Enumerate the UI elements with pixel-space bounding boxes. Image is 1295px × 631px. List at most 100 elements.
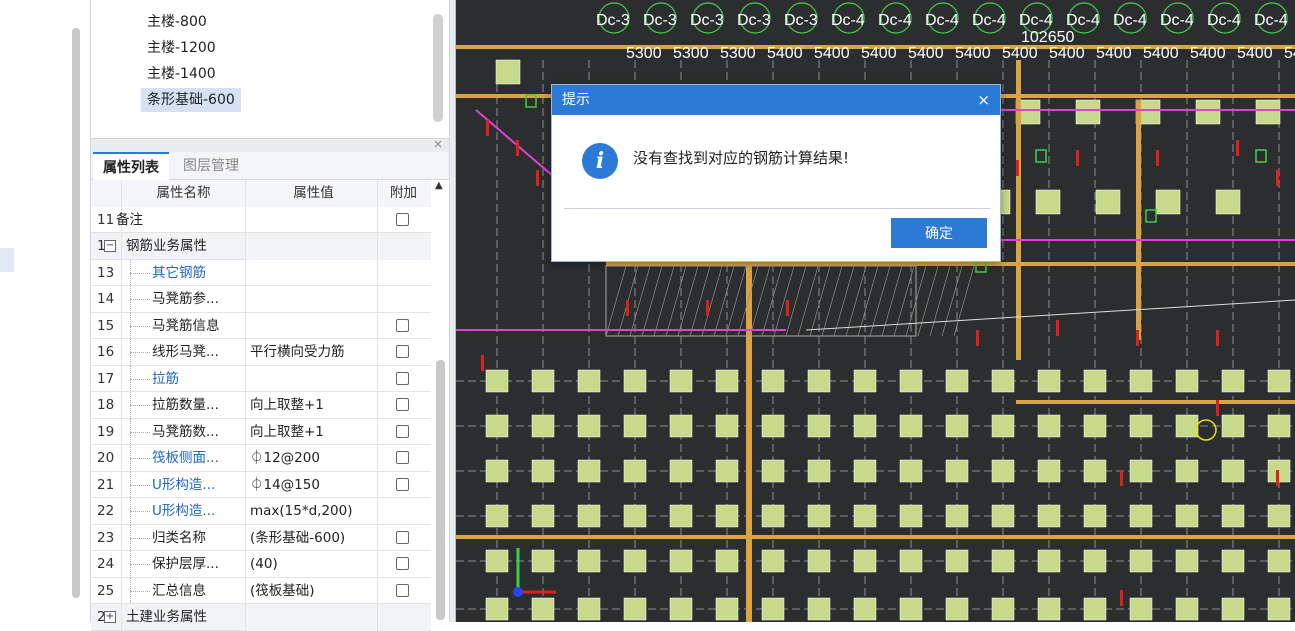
tree-item[interactable]: 主楼-1400 bbox=[141, 62, 222, 86]
column-footing bbox=[1037, 597, 1061, 621]
column-footing bbox=[1255, 99, 1281, 125]
extra-cell[interactable] bbox=[377, 524, 429, 551]
name-cell[interactable]: U形构造... bbox=[121, 498, 245, 525]
axis-label: Dc-4 bbox=[1066, 12, 1100, 29]
value-cell[interactable]: ⏀12@200 bbox=[245, 445, 377, 472]
table-row[interactable]: 11 备注 bbox=[91, 206, 431, 233]
checkbox[interactable] bbox=[396, 530, 409, 544]
close-icon[interactable]: × bbox=[977, 85, 990, 115]
table-row[interactable]: 16 线形马凳... 平行横向受力筋 bbox=[91, 339, 431, 366]
table-row[interactable]: 23 归类名称 (条形基础-600) bbox=[91, 524, 431, 552]
tab-layers[interactable]: 图层管理 bbox=[173, 152, 249, 180]
name-cell[interactable]: 汇总信息 bbox=[121, 577, 245, 605]
collapse-icon[interactable]: − bbox=[104, 240, 116, 252]
checkbox[interactable] bbox=[396, 557, 409, 570]
gutter-tab[interactable] bbox=[0, 248, 14, 272]
value-cell[interactable] bbox=[245, 259, 377, 286]
checkbox[interactable] bbox=[396, 451, 409, 464]
row-number: 19 bbox=[97, 423, 115, 440]
name-cell[interactable]: − 钢筋业务属性 bbox=[104, 233, 245, 260]
value-cell[interactable]: (条形基础-600) bbox=[245, 524, 377, 551]
value-cell[interactable] bbox=[245, 604, 377, 631]
gutter-scrollbar[interactable] bbox=[72, 28, 80, 598]
column-footing bbox=[1129, 414, 1153, 438]
tab-properties[interactable]: 属性列表 bbox=[93, 152, 169, 180]
name-cell[interactable]: 备注 bbox=[116, 206, 245, 233]
extra-cell[interactable] bbox=[377, 577, 429, 604]
value-cell[interactable] bbox=[245, 206, 377, 233]
extra-cell[interactable] bbox=[377, 233, 429, 260]
hatch-line bbox=[821, 265, 843, 337]
table-row[interactable]: 18 拉筋数量... 向上取整+1 bbox=[91, 392, 431, 419]
extra-cell[interactable] bbox=[377, 604, 429, 631]
name-cell[interactable]: + 土建业务属性 bbox=[104, 604, 245, 631]
ok-button[interactable]: 确定 bbox=[891, 218, 987, 248]
table-row[interactable]: 20 筏板侧面... ⏀12@200 bbox=[91, 445, 431, 472]
value-cell[interactable]: ⏀14@150 bbox=[245, 471, 377, 498]
table-row[interactable]: 24 保护层厚... (40) bbox=[91, 551, 431, 578]
name-cell[interactable]: U形构造... bbox=[121, 471, 245, 499]
value-cell[interactable] bbox=[245, 365, 377, 392]
table-row[interactable]: 13 其它钢筋 bbox=[91, 259, 431, 287]
table-row[interactable]: 26+土建业务属性 bbox=[91, 604, 431, 631]
table-row[interactable]: 14 马凳筋参... bbox=[91, 286, 431, 313]
name-cell[interactable]: 拉筋数量... bbox=[121, 392, 245, 419]
extra-cell[interactable] bbox=[377, 286, 429, 313]
tree-item[interactable]: 主楼-800 bbox=[141, 10, 213, 34]
extra-cell[interactable] bbox=[377, 339, 429, 366]
checkbox[interactable] bbox=[396, 398, 409, 411]
checkbox[interactable] bbox=[396, 583, 409, 597]
checkbox[interactable] bbox=[396, 318, 409, 332]
table-row[interactable]: 22 U形构造... max(15*d,200) bbox=[91, 498, 431, 525]
name-cell[interactable]: 拉筋 bbox=[121, 365, 245, 393]
name-cell[interactable]: 马凳筋参... bbox=[121, 286, 245, 313]
extra-cell[interactable] bbox=[377, 392, 429, 419]
value-cell[interactable]: max(15*d,200) bbox=[245, 498, 377, 525]
header-value: 属性值 bbox=[245, 180, 377, 207]
table-row[interactable]: 21 U形构造... ⏀14@150 bbox=[91, 471, 431, 499]
value-cell[interactable]: (筏板基础) bbox=[245, 577, 377, 604]
value-cell[interactable]: 向上取整+1 bbox=[245, 418, 377, 445]
table-row[interactable]: 12−钢筋业务属性 bbox=[91, 233, 431, 260]
extra-cell[interactable] bbox=[377, 259, 429, 286]
value-cell[interactable] bbox=[245, 312, 377, 339]
extra-cell[interactable] bbox=[377, 445, 429, 472]
name-cell[interactable]: 马凳筋信息 bbox=[121, 312, 245, 340]
value-cell[interactable]: (40) bbox=[245, 551, 377, 578]
tree-item[interactable]: 主楼-1200 bbox=[141, 36, 222, 60]
scroll-thumb[interactable] bbox=[436, 360, 445, 620]
scroll-up-icon[interactable]: ▲ bbox=[435, 180, 443, 191]
name-cell[interactable]: 其它钢筋 bbox=[121, 259, 245, 287]
tree-item-selected[interactable]: 条形基础-600 bbox=[141, 88, 241, 112]
checkbox[interactable] bbox=[396, 212, 409, 226]
name-cell[interactable]: 筏板侧面... bbox=[121, 445, 245, 472]
checkbox[interactable] bbox=[396, 477, 409, 491]
extra-cell[interactable] bbox=[377, 312, 429, 339]
name-cell[interactable]: 归类名称 bbox=[121, 524, 245, 552]
tree-scrollbar[interactable] bbox=[433, 14, 443, 122]
extra-cell[interactable] bbox=[377, 551, 429, 578]
checkbox[interactable] bbox=[396, 345, 409, 358]
checkbox[interactable] bbox=[396, 371, 409, 385]
table-row[interactable]: 25 汇总信息 (筏板基础) bbox=[91, 577, 431, 605]
table-row[interactable]: 15 马凳筋信息 bbox=[91, 312, 431, 340]
value-cell[interactable]: 平行横向受力筋 bbox=[245, 339, 377, 366]
extra-cell[interactable] bbox=[377, 365, 429, 392]
value-cell[interactable] bbox=[245, 286, 377, 313]
close-icon[interactable]: × bbox=[433, 137, 443, 151]
table-row[interactable]: 19 马凳筋数... 向上取整+1 bbox=[91, 418, 431, 446]
extra-cell[interactable] bbox=[377, 206, 429, 233]
extra-cell[interactable] bbox=[377, 471, 429, 498]
name-cell[interactable]: 保护层厚... bbox=[121, 551, 245, 578]
name-cell[interactable]: 马凳筋数... bbox=[121, 418, 245, 446]
expand-icon[interactable]: + bbox=[104, 611, 116, 623]
value-cell[interactable] bbox=[245, 233, 377, 260]
column-footing bbox=[807, 414, 831, 438]
table-scrollbar[interactable]: ▲ bbox=[431, 180, 449, 622]
value-cell[interactable]: 向上取整+1 bbox=[245, 392, 377, 419]
name-cell[interactable]: 线形马凳... bbox=[121, 339, 245, 366]
checkbox[interactable] bbox=[396, 424, 409, 438]
extra-cell[interactable] bbox=[377, 418, 429, 445]
extra-cell[interactable] bbox=[377, 498, 429, 525]
table-row[interactable]: 17 拉筋 bbox=[91, 365, 431, 393]
